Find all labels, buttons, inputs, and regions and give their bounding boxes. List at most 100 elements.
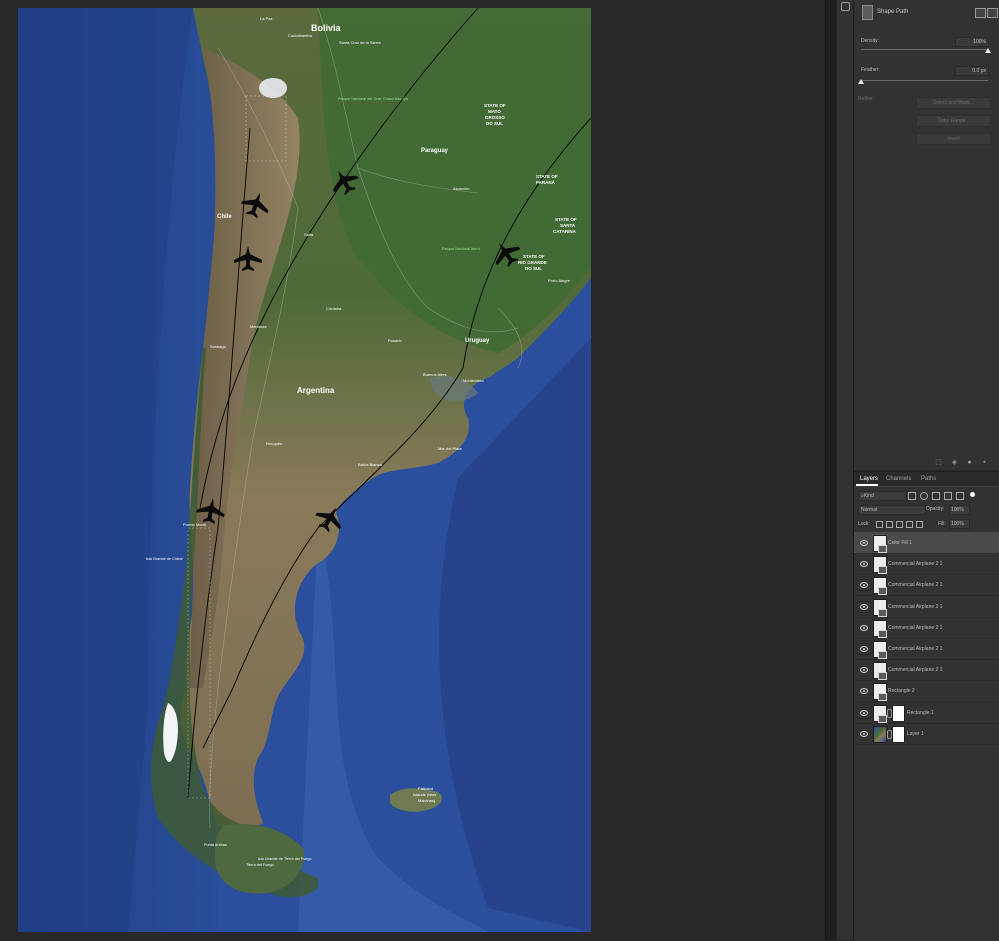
layer-row[interactable]: Commercial Airplane 2 1 bbox=[854, 574, 999, 597]
eye-icon[interactable] bbox=[860, 624, 868, 631]
eye-icon[interactable] bbox=[860, 582, 868, 589]
pixel-filter-icon[interactable] bbox=[908, 492, 916, 500]
lock-image-icon[interactable] bbox=[886, 521, 893, 528]
layer-name: Rectangle 1 bbox=[907, 709, 934, 716]
layer-mask-thumbnail[interactable] bbox=[892, 704, 905, 722]
state-label-rio-grande-2: RIO GRANDE bbox=[518, 260, 547, 265]
color-range-button[interactable]: Color Range... bbox=[916, 115, 991, 127]
filter-kind-select[interactable]: ⌕Kind bbox=[858, 491, 906, 501]
city-label-asuncion: Asunción bbox=[453, 186, 469, 191]
layer-name: Commercial Airplane 2 1 bbox=[888, 646, 943, 652]
city-label-buenos-aires: Buenos Aires bbox=[423, 372, 447, 377]
feather-label: Feather: bbox=[861, 67, 880, 73]
tab-paths[interactable]: Paths bbox=[921, 476, 936, 482]
lock-all-icon[interactable] bbox=[916, 521, 923, 528]
tab-channels[interactable]: Channels bbox=[886, 476, 911, 482]
country-label-bolivia: Bolivia bbox=[311, 23, 342, 33]
invert-button[interactable]: Invert bbox=[916, 133, 991, 145]
city-label-santa-cruz: Santa Cruz de la Sierra bbox=[339, 40, 381, 45]
layer-row[interactable]: Commercial Airplane 2 1 bbox=[854, 638, 999, 660]
state-label-santa-catarina-3: CATARINA bbox=[553, 229, 577, 234]
filter-toggle-icon[interactable] bbox=[970, 492, 975, 497]
city-label-montevideo: Montevideo bbox=[463, 378, 484, 383]
smart-object-badge-icon bbox=[878, 651, 887, 659]
layer-row[interactable]: Rectangle 2 bbox=[854, 680, 999, 703]
eye-icon[interactable] bbox=[860, 667, 868, 674]
feather-slider-thumb[interactable] bbox=[858, 79, 864, 84]
lock-label: Lock: bbox=[858, 521, 870, 527]
lock-artboard-icon[interactable] bbox=[906, 521, 913, 528]
blend-mode-select[interactable]: Normal bbox=[858, 505, 926, 515]
city-label-cochabamba: Cochabamba bbox=[288, 33, 313, 38]
eye-icon[interactable] bbox=[860, 709, 868, 716]
city-label-salta: Salta bbox=[304, 232, 314, 237]
city-label-bahia-blanca: Bahía Blanca bbox=[358, 462, 383, 467]
layer-row[interactable]: Commercial Airplane 2 1 bbox=[854, 617, 999, 639]
opacity-label: Opacity: bbox=[926, 506, 945, 512]
lock-position-icon[interactable] bbox=[896, 521, 903, 528]
layer-row[interactable]: Commercial Airplane 2 1 bbox=[854, 659, 999, 682]
smart-object-badge-icon bbox=[878, 672, 887, 681]
state-label-santa-catarina-1: STATE OF bbox=[555, 217, 577, 222]
state-label-parana-1: STATE OF bbox=[536, 174, 558, 179]
adjustment-filter-icon[interactable] bbox=[920, 492, 928, 500]
state-label-parana-2: PARANÁ bbox=[536, 179, 556, 185]
layer-row[interactable]: Layer 1 bbox=[854, 723, 999, 745]
canvas-area[interactable]: Bolivia Paraguay Argentina Uruguay Chile… bbox=[0, 0, 825, 940]
layer-mask-thumbnail[interactable] bbox=[892, 725, 905, 743]
city-label-rosario: Rosario bbox=[388, 338, 403, 343]
active-tab-indicator bbox=[856, 484, 878, 486]
city-label-neuquen: Neuquén bbox=[266, 441, 282, 446]
country-label-uruguay: Uruguay bbox=[465, 338, 490, 344]
shape-filter-icon[interactable] bbox=[944, 492, 952, 500]
visibility-icon[interactable]: ● bbox=[965, 458, 974, 467]
country-label-chile: Chile bbox=[217, 214, 232, 220]
layer-row[interactable]: Commercial Airplane 2 1 bbox=[854, 553, 999, 576]
smart-object-filter-icon[interactable] bbox=[956, 492, 964, 500]
layer-row[interactable]: Commercial Airplane 2 1 bbox=[854, 596, 999, 618]
density-value[interactable]: 100% bbox=[955, 37, 989, 47]
panel-arrow-icon[interactable] bbox=[841, 2, 850, 11]
salt-flat bbox=[259, 78, 287, 98]
load-selection-icon[interactable]: ⬚ bbox=[934, 458, 943, 467]
feather-value[interactable]: 0.0 px bbox=[955, 66, 989, 76]
eye-icon[interactable] bbox=[860, 561, 868, 568]
apply-mask-bottom-icon[interactable]: ◈ bbox=[950, 458, 959, 467]
select-and-mask-button[interactable]: Select and Mask... bbox=[916, 97, 991, 109]
apply-mask-icon[interactable] bbox=[975, 8, 986, 18]
type-filter-icon[interactable] bbox=[932, 492, 940, 500]
feather-slider-track[interactable] bbox=[861, 80, 988, 81]
shape-path-row: Shape Path bbox=[860, 4, 998, 20]
panel-collapse-strip[interactable] bbox=[837, 0, 854, 940]
smart-object-badge-icon bbox=[878, 693, 887, 702]
add-vector-mask-icon[interactable] bbox=[987, 8, 998, 18]
tab-layers[interactable]: Layers bbox=[860, 476, 878, 482]
city-label-la-paz: La Paz bbox=[260, 16, 272, 21]
eye-icon[interactable] bbox=[860, 730, 868, 737]
fill-value[interactable]: 100% bbox=[949, 519, 970, 529]
density-label: Density: bbox=[861, 38, 880, 44]
layer-row[interactable]: Rectangle 1 bbox=[854, 702, 999, 724]
delete-mask-icon[interactable]: ▪ bbox=[980, 458, 989, 467]
city-label-mar-del-plata: Mar del Plata bbox=[438, 446, 462, 451]
lock-transparent-icon[interactable] bbox=[876, 521, 883, 528]
state-label-rio-grande-3: DO SUL bbox=[525, 266, 542, 271]
city-label-porto-alegre: Porto Alegre bbox=[548, 278, 571, 283]
eye-icon[interactable] bbox=[860, 603, 868, 610]
city-label-mendoza: Mendoza bbox=[250, 324, 267, 329]
map-document[interactable]: Bolivia Paraguay Argentina Uruguay Chile… bbox=[18, 8, 591, 932]
park-label-ibera: Parque Nacional Iberá bbox=[442, 247, 481, 251]
eye-icon[interactable] bbox=[860, 540, 868, 546]
state-label-santa-catarina-2: SANTA bbox=[560, 223, 576, 228]
density-slider-track[interactable] bbox=[861, 49, 988, 50]
state-label-rio-grande-1: STATE OF bbox=[523, 254, 545, 259]
layer-name: Commercial Airplane 2 1 bbox=[888, 561, 943, 568]
layer-row[interactable]: Color Fill 1 bbox=[854, 532, 999, 554]
country-label-paraguay: Paraguay bbox=[421, 148, 449, 154]
eye-icon[interactable] bbox=[860, 646, 868, 652]
layer-name: Layer 1 bbox=[907, 730, 924, 737]
eye-icon[interactable] bbox=[860, 688, 868, 695]
density-slider-thumb[interactable] bbox=[985, 48, 991, 53]
opacity-value[interactable]: 100% bbox=[949, 505, 970, 515]
refine-label: Refine: bbox=[858, 96, 874, 102]
